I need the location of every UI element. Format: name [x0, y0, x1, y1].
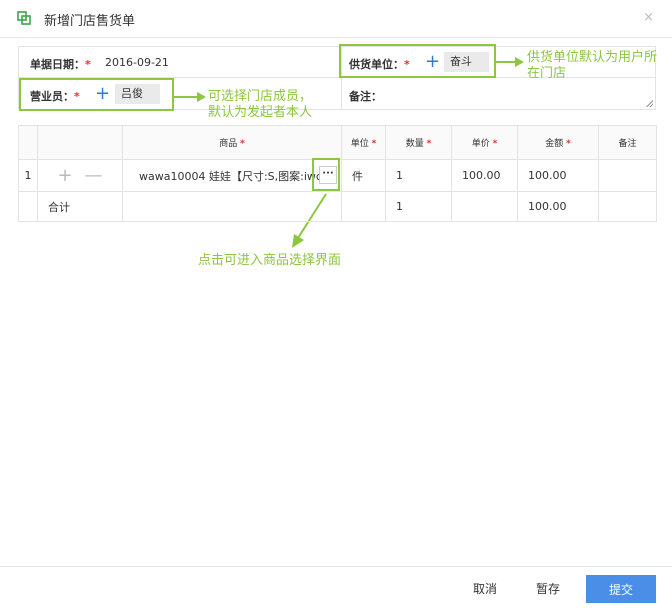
header-remark: 备注 [598, 125, 657, 160]
date-field[interactable]: 2016-09-21 [105, 56, 169, 69]
supplier-note: 供货单位默认为用户所在门店 [527, 50, 658, 81]
picker-highlight [312, 158, 340, 191]
date-label: 单据日期：* [30, 58, 91, 71]
arrow-icon [174, 92, 206, 102]
product-cell[interactable]: wawa10004 娃娃【尺寸:S,图案:iwc ··· [122, 159, 342, 192]
row-ops: + — [37, 159, 123, 192]
remove-row-icon[interactable]: — [85, 165, 103, 186]
dialog-title: 新增门店售货单 [44, 14, 136, 29]
salesperson-highlight [19, 78, 174, 111]
amount-cell[interactable]: 100.00 [517, 159, 599, 192]
remark-resize-handle[interactable] [646, 100, 653, 107]
total-quantity: 1 [385, 191, 452, 222]
price-cell[interactable]: 100.00 [451, 159, 518, 192]
total-label: 合计 [37, 191, 123, 222]
header-price: 单价 * [451, 125, 518, 160]
copy-icon [17, 11, 31, 25]
cancel-button[interactable]: 取消 [473, 580, 497, 597]
header-amount: 金额 * [517, 125, 599, 160]
total-unit [341, 191, 386, 222]
supplier-highlight [339, 44, 496, 78]
dialog-footer: 取消 暂存 提交 [0, 566, 672, 608]
total-index [18, 191, 38, 222]
save-draft-button[interactable]: 暂存 [536, 580, 560, 597]
product-note: 点击可进入商品选择界面 [198, 253, 342, 268]
dialog-titlebar: 新增门店售货单 × [0, 0, 672, 38]
quantity-cell[interactable]: 1 [385, 159, 452, 192]
header-quantity: 数量 * [385, 125, 452, 160]
submit-button[interactable]: 提交 [586, 575, 656, 603]
total-price [451, 191, 518, 222]
add-row-icon[interactable]: + [57, 165, 72, 186]
salesperson-note-2: 默认为发起者本人 [208, 105, 313, 120]
arrow-icon [496, 57, 524, 67]
total-remark [598, 191, 657, 222]
total-amount: 100.00 [517, 191, 599, 222]
header-product: 商品 * [122, 125, 342, 160]
product-name: wawa10004 娃娃【尺寸:S,图案:iwc [139, 169, 322, 183]
row-index: 1 [18, 159, 38, 192]
header-ops [37, 125, 123, 160]
remark-label: 备注： [349, 90, 382, 103]
unit-cell[interactable]: 件 [341, 159, 386, 192]
total-row: 合计 1 100.00 [18, 191, 657, 222]
close-icon[interactable]: × [643, 10, 654, 26]
header-index [18, 125, 38, 160]
remark-cell[interactable] [598, 159, 657, 192]
header-unit: 单位 * [341, 125, 386, 160]
table-header-row: 商品 * 单位 * 数量 * 单价 * 金额 * 备注 [18, 125, 657, 160]
salesperson-note-1: 可选择门店成员， [208, 89, 313, 104]
total-product [122, 191, 342, 222]
